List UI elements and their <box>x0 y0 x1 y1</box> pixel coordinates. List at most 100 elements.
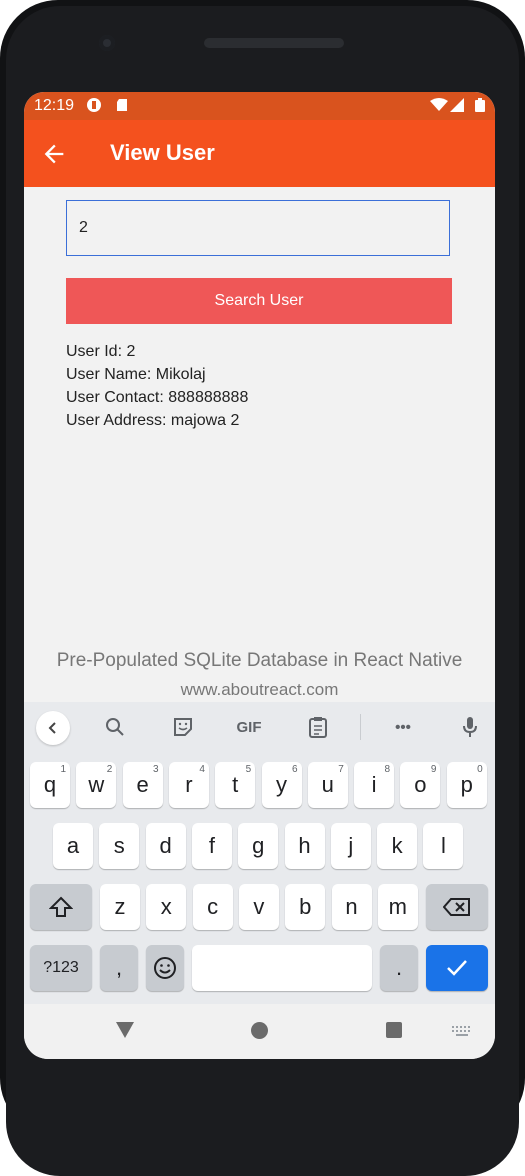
period-key[interactable]: . <box>380 945 418 991</box>
user-id-input-value: 2 <box>79 219 88 236</box>
page-title: View User <box>110 140 215 165</box>
key-r[interactable]: r4 <box>168 762 209 808</box>
key-label: g <box>252 833 265 858</box>
key-label: l <box>440 833 446 858</box>
more-options-button[interactable]: ••• <box>386 710 420 744</box>
key-label: i <box>371 772 377 797</box>
back-arrow-icon[interactable] <box>40 140 68 168</box>
backspace-key[interactable] <box>426 884 488 930</box>
done-key[interactable] <box>426 945 488 991</box>
key-label: k <box>391 833 403 858</box>
key-x[interactable]: x <box>146 884 187 930</box>
key-b[interactable]: b <box>285 884 326 930</box>
key-number-hint: 9 <box>430 764 437 775</box>
key-n[interactable]: n <box>331 884 372 930</box>
sticker-button[interactable] <box>166 710 200 744</box>
user-address-text: User Address: majowa 2 <box>66 412 240 429</box>
gif-button[interactable]: GIF <box>232 710 266 744</box>
front-camera <box>99 35 115 51</box>
key-number-hint: 5 <box>245 764 252 775</box>
key-p[interactable]: p0 <box>446 762 487 808</box>
key-e[interactable]: e3 <box>122 762 163 808</box>
system-nav-bar <box>24 1004 495 1059</box>
more-label: ••• <box>395 718 411 736</box>
key-label: m <box>388 894 407 919</box>
key-c[interactable]: c <box>192 884 233 930</box>
key-g[interactable]: g <box>238 823 279 869</box>
key-label: q <box>43 772 57 797</box>
footer-title: Pre-Populated SQLite Database in React N… <box>56 650 463 671</box>
soft-keyboard: GIF ••• ?123 , . q 1 w 2 e 3 r 4 t 5 y 6… <box>24 702 495 1004</box>
key-a[interactable]: a <box>53 823 93 869</box>
keyboard-search-button[interactable] <box>98 710 132 744</box>
space-key[interactable] <box>192 945 372 991</box>
key-o[interactable]: o9 <box>400 762 441 808</box>
key-label: p <box>460 772 473 797</box>
keyboard-switch-icon[interactable] <box>452 1026 472 1036</box>
key-l[interactable]: l <box>423 823 464 869</box>
key-label: o <box>414 772 427 797</box>
gif-label: GIF <box>236 718 262 736</box>
key-label: f <box>208 833 215 858</box>
key-number-hint: 7 <box>338 764 344 775</box>
key-number-hint: 4 <box>199 764 205 775</box>
main-content: 2 Search User User Id: 2 User Name: Miko… <box>24 187 495 707</box>
key-w[interactable]: w2 <box>76 762 117 808</box>
shift-key[interactable] <box>30 884 92 930</box>
sticker-icon <box>174 718 192 736</box>
key-i[interactable]: i8 <box>354 762 395 808</box>
key-label: z <box>114 894 126 919</box>
comma-key[interactable]: , <box>100 945 138 991</box>
backspace-icon <box>443 898 470 916</box>
key-f[interactable]: f <box>191 823 232 869</box>
search-icon <box>106 718 124 736</box>
key-y[interactable]: y6 <box>261 762 302 808</box>
clipboard-button[interactable] <box>301 710 335 744</box>
key-label: s <box>113 833 125 858</box>
emoji-key[interactable] <box>146 945 184 991</box>
key-label: r <box>185 772 193 797</box>
shift-icon <box>49 896 73 917</box>
key-number-hint: 2 <box>106 764 113 775</box>
earpiece-speaker <box>204 38 344 48</box>
symbols-key-label: ?123 <box>43 959 79 976</box>
key-label: h <box>298 833 311 858</box>
key-v[interactable]: v <box>238 884 279 930</box>
key-t[interactable]: t5 <box>215 762 256 808</box>
user-id-input[interactable]: 2 <box>66 200 450 256</box>
app-bar: View User <box>24 120 495 187</box>
nav-home-icon[interactable] <box>251 1022 268 1039</box>
chevron-left-icon <box>48 722 56 734</box>
user-contact-text: User Contact: 888888888 <box>66 389 249 406</box>
key-k[interactable]: k <box>377 823 418 869</box>
key-j[interactable]: j <box>330 823 371 869</box>
emoji-icon <box>154 957 176 979</box>
sd-card-icon <box>117 99 127 111</box>
checkmark-icon <box>447 960 467 976</box>
key-number-hint: 1 <box>60 764 66 775</box>
key-s[interactable]: s <box>99 823 140 869</box>
key-label: v <box>253 894 265 919</box>
key-q[interactable]: q1 <box>30 762 70 808</box>
nav-recents-icon[interactable] <box>386 1022 402 1038</box>
toolbar-collapse-button[interactable] <box>36 711 70 745</box>
voice-input-button[interactable] <box>453 710 487 744</box>
key-d[interactable]: d <box>145 823 186 869</box>
microphone-icon <box>463 717 477 737</box>
search-user-button[interactable]: Search User <box>66 278 452 324</box>
key-u[interactable]: u7 <box>307 762 348 808</box>
battery-icon <box>475 98 485 112</box>
key-h[interactable]: h <box>284 823 325 869</box>
key-number-hint: 8 <box>384 764 391 775</box>
key-z[interactable]: z <box>100 884 140 930</box>
keyboard-toolbar: GIF ••• <box>24 702 495 750</box>
footer-url: www.aboutreact.com <box>180 680 339 699</box>
key-number-hint: 3 <box>153 764 159 775</box>
nav-back-icon[interactable] <box>116 1022 134 1038</box>
symbols-key[interactable]: ?123 <box>30 945 92 991</box>
key-label: n <box>345 894 358 919</box>
period-key-label: . <box>395 955 403 980</box>
signal-icon <box>450 98 464 112</box>
key-m[interactable]: m <box>377 884 418 930</box>
key-label: x <box>160 894 172 919</box>
